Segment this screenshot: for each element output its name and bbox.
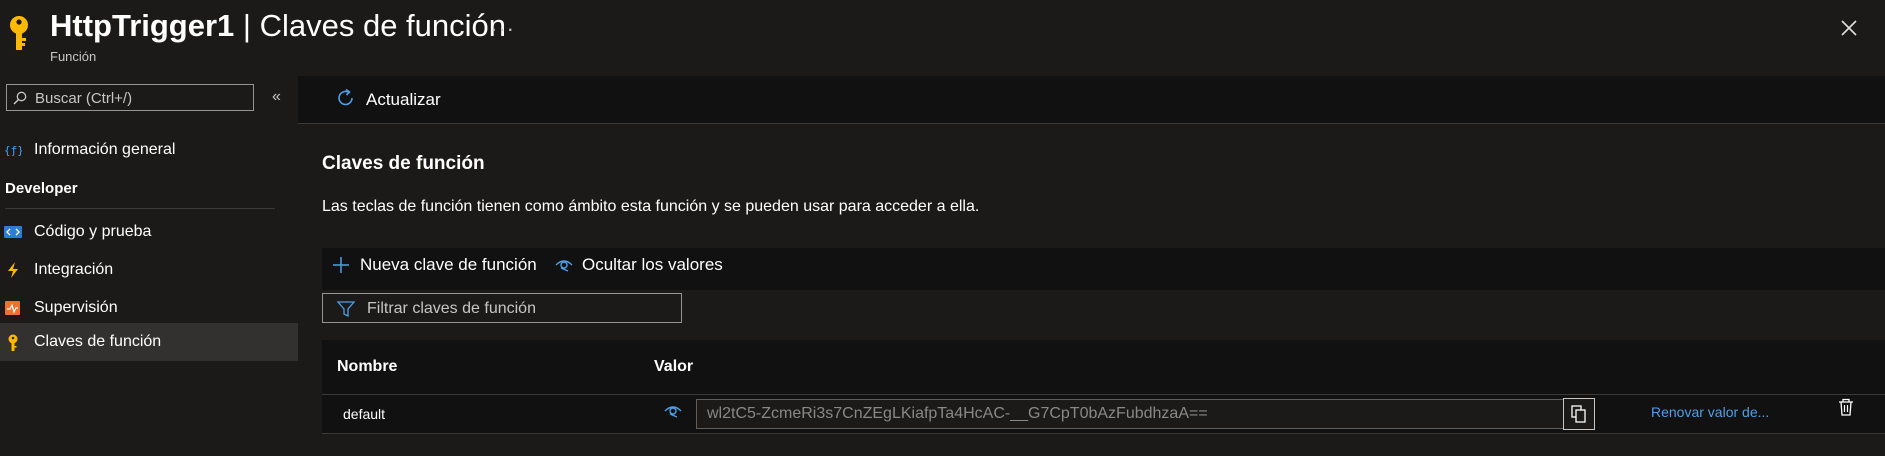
key-icon [8, 334, 18, 351]
page-title-section: | Claves de función [242, 8, 507, 43]
section-description: Las teclas de función tienen como ámbito… [322, 198, 980, 215]
page-title-function-name: HttpTrigger1 [50, 8, 235, 43]
eye-hide-icon[interactable] [664, 404, 682, 418]
page-title: HttpTrigger1 | Claves de función [50, 8, 506, 44]
sidebar-item-label: Código y prueba [34, 223, 152, 240]
key-icon [10, 16, 28, 50]
monitor-icon [5, 301, 20, 315]
sidebar-section-title: Developer [5, 180, 78, 197]
section-title: Claves de función [322, 153, 485, 174]
sidebar-item-code-test[interactable]: Código y prueba [0, 213, 298, 251]
filter-icon [337, 301, 355, 317]
sidebar-item-monitoring[interactable]: Supervisión [0, 289, 298, 327]
lightning-icon [8, 262, 18, 278]
collapse-sidebar-button[interactable]: « [272, 88, 281, 106]
trash-icon[interactable] [1838, 398, 1854, 416]
refresh-label: Actualizar [366, 90, 441, 109]
eye-hide-icon [555, 260, 573, 272]
key-value-field[interactable] [696, 399, 1564, 429]
hide-values-label: Ocultar los valores [582, 255, 723, 274]
sidebar-item-integration[interactable]: Integración [0, 251, 298, 289]
function-icon: {ƒ} [4, 144, 22, 157]
renew-key-value-link[interactable]: Renovar valor de... [1651, 404, 1769, 420]
new-function-key-label: Nueva clave de función [360, 255, 537, 274]
sidebar-item-label: Supervisión [34, 299, 118, 316]
filter-input[interactable] [365, 298, 669, 320]
search-icon [13, 91, 27, 105]
key-name-cell: default [343, 406, 386, 422]
svg-text:{ƒ}: {ƒ} [4, 144, 22, 157]
more-options-button[interactable]: ··· [490, 16, 515, 42]
close-icon[interactable] [1839, 18, 1859, 38]
search-input[interactable] [33, 87, 247, 110]
copy-icon [1571, 405, 1586, 423]
sidebar-search[interactable] [6, 84, 254, 111]
filter-box[interactable] [322, 293, 682, 323]
sidebar-item-function-keys[interactable]: Claves de función [0, 323, 298, 361]
page-subtitle: Función [50, 49, 97, 64]
sidebar-item-label: Información general [34, 141, 176, 158]
sidebar-item-label: Integración [34, 261, 114, 278]
sidebar-item-overview[interactable]: {ƒ} Información general [0, 131, 298, 169]
code-icon [4, 226, 22, 238]
column-header-value[interactable]: Valor [654, 358, 693, 376]
column-header-name[interactable]: Nombre [337, 358, 397, 376]
copy-button[interactable] [1563, 398, 1595, 430]
refresh-icon [338, 88, 353, 106]
plus-icon [333, 257, 349, 273]
command-toolbar [298, 76, 1885, 124]
sidebar-item-label: Claves de función [34, 333, 162, 350]
table-header [322, 340, 1885, 395]
section-divider [5, 208, 275, 209]
